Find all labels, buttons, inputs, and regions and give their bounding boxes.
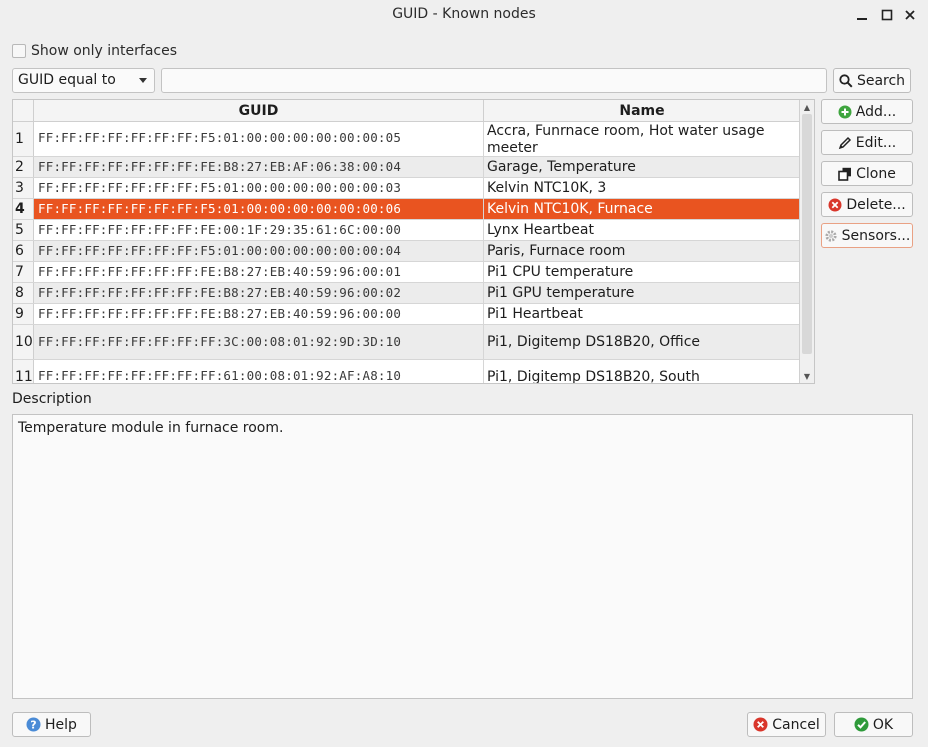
row-number: 4 [13, 199, 34, 219]
table-row[interactable]: 1 FF:FF:FF:FF:FF:FF:FF:F5:01:00:00:00:00… [13, 122, 800, 157]
row-number: 2 [13, 157, 34, 177]
header-corner [13, 100, 34, 122]
row-name: Pi1 GPU temperature [484, 283, 800, 303]
row-guid: FF:FF:FF:FF:FF:FF:FF:FE:B8:27:EB:40:59:9… [34, 304, 484, 324]
row-guid: FF:FF:FF:FF:FF:FF:FF:FE:00:1F:29:35:61:6… [34, 220, 484, 240]
description-label: Description [12, 391, 92, 407]
delete-button[interactable]: Delete... [821, 192, 913, 217]
row-guid: FF:FF:FF:FF:FF:FF:FF:F5:01:00:00:00:00:0… [34, 199, 484, 219]
help-icon: ? [26, 717, 41, 732]
sensors-button[interactable]: Sensors... [821, 223, 913, 248]
edit-button[interactable]: Edit... [821, 130, 913, 155]
table-scrollbar[interactable]: ▲ ▼ [799, 100, 814, 383]
nodes-table: GUID Name 1 FF:FF:FF:FF:FF:FF:FF:F5:01:0… [12, 99, 815, 384]
ok-button-label: OK [872, 716, 894, 733]
sensors-button-label: Sensors... [841, 227, 911, 244]
row-name: Garage, Temperature [484, 157, 800, 177]
table-row[interactable]: 8 FF:FF:FF:FF:FF:FF:FF:FE:B8:27:EB:40:59… [13, 283, 800, 304]
row-name: Pi1, Digitemp DS18B20, Office [484, 325, 800, 359]
cancel-button[interactable]: Cancel [747, 712, 826, 737]
svg-text:?: ? [30, 719, 36, 732]
show-only-interfaces-checkbox[interactable] [12, 44, 26, 58]
show-only-interfaces-row[interactable]: Show only interfaces [12, 42, 177, 60]
search-icon [839, 73, 853, 88]
row-name: Pi1 Heartbeat [487, 306, 583, 322]
search-input[interactable] [161, 68, 827, 93]
search-button[interactable]: Search [833, 68, 911, 93]
row-number: 10 [13, 325, 34, 359]
clone-icon [838, 167, 852, 181]
gear-icon [825, 229, 837, 242]
maximize-icon[interactable] [878, 6, 896, 24]
table-row[interactable]: 10 FF:FF:FF:FF:FF:FF:FF:FF:3C:00:08:01:9… [13, 325, 800, 360]
row-number: 5 [13, 220, 34, 240]
close-icon[interactable] [901, 6, 919, 24]
clone-button[interactable]: Clone [821, 161, 913, 186]
table-row[interactable]: 7 FF:FF:FF:FF:FF:FF:FF:FE:B8:27:EB:40:59… [13, 262, 800, 283]
table-row-selected[interactable]: 4 FF:FF:FF:FF:FF:FF:FF:F5:01:00:00:00:00… [13, 199, 800, 220]
column-header-guid[interactable]: GUID [34, 100, 484, 122]
row-number: 9 [13, 304, 34, 324]
window-title: GUID - Known nodes [392, 6, 536, 22]
chevron-down-icon [139, 78, 147, 83]
ok-button[interactable]: OK [834, 712, 913, 737]
row-name: Accra, Funrnace room, Hot water usage me… [487, 123, 765, 156]
table-row[interactable]: 2 FF:FF:FF:FF:FF:FF:FF:FE:B8:27:EB:AF:06… [13, 157, 800, 178]
row-guid: FF:FF:FF:FF:FF:FF:FF:FE:B8:27:EB:40:59:9… [34, 283, 484, 303]
row-name: Lynx Heartbeat [487, 222, 594, 238]
delete-circle-icon [828, 198, 842, 211]
scroll-down-icon[interactable]: ▼ [800, 369, 814, 383]
description-textarea[interactable]: Temperature module in furnace room. [12, 414, 913, 699]
table-header: GUID Name [13, 100, 800, 122]
minimize-icon[interactable] [853, 6, 871, 24]
help-button-label: Help [45, 716, 77, 733]
row-guid: FF:FF:FF:FF:FF:FF:FF:FF:61:00:08:01:92:A… [34, 360, 484, 383]
row-guid: FF:FF:FF:FF:FF:FF:FF:FF:3C:00:08:01:92:9… [34, 325, 484, 359]
scrollbar-thumb[interactable] [802, 114, 812, 354]
row-number: 7 [13, 262, 34, 282]
add-button-label: Add... [855, 103, 897, 120]
delete-button-label: Delete... [846, 196, 906, 213]
row-name: Kelvin NTC10K, 3 [487, 180, 607, 196]
help-button[interactable]: ? Help [12, 712, 91, 737]
filter-type-value: GUID equal to [18, 72, 116, 88]
pencil-icon [838, 136, 851, 149]
row-name: Kelvin NTC10K, Furnace [484, 199, 800, 219]
edit-button-label: Edit... [855, 134, 897, 151]
table-row[interactable]: 6 FF:FF:FF:FF:FF:FF:FF:F5:01:00:00:00:00… [13, 241, 800, 262]
column-header-name[interactable]: Name [484, 100, 800, 122]
plus-circle-icon [838, 105, 852, 118]
row-number: 11 [13, 360, 34, 383]
scroll-up-icon[interactable]: ▲ [800, 100, 814, 114]
table-row[interactable]: 9 FF:FF:FF:FF:FF:FF:FF:FE:B8:27:EB:40:59… [13, 304, 800, 325]
filter-type-select[interactable]: GUID equal to [12, 68, 155, 93]
check-circle-icon [854, 717, 869, 732]
table-row[interactable]: 3 FF:FF:FF:FF:FF:FF:FF:F5:01:00:00:00:00… [13, 178, 800, 199]
row-number: 3 [13, 178, 34, 198]
row-guid: FF:FF:FF:FF:FF:FF:FF:F5:01:00:00:00:00:0… [34, 178, 484, 198]
cancel-button-label: Cancel [772, 716, 820, 733]
row-number: 6 [13, 241, 34, 261]
title-bar: GUID - Known nodes [0, 0, 928, 30]
row-name: Paris, Furnace room [484, 241, 800, 261]
search-button-label: Search [856, 72, 906, 89]
table-row[interactable]: 11 FF:FF:FF:FF:FF:FF:FF:FF:61:00:08:01:9… [13, 360, 800, 384]
row-number: 8 [13, 283, 34, 303]
row-name: Pi1, Digitemp DS18B20, South [487, 369, 700, 384]
table-row[interactable]: 5 FF:FF:FF:FF:FF:FF:FF:FE:00:1F:29:35:61… [13, 220, 800, 241]
clone-button-label: Clone [856, 165, 896, 182]
cancel-circle-icon [753, 717, 768, 732]
row-name: Pi1 CPU temperature [487, 264, 634, 280]
show-only-interfaces-label: Show only interfaces [31, 43, 178, 59]
row-guid: FF:FF:FF:FF:FF:FF:FF:FE:B8:27:EB:AF:06:3… [34, 157, 484, 177]
row-guid: FF:FF:FF:FF:FF:FF:FF:F5:01:00:00:00:00:0… [34, 122, 484, 156]
row-number: 1 [13, 122, 34, 156]
row-guid: FF:FF:FF:FF:FF:FF:FF:FE:B8:27:EB:40:59:9… [34, 262, 484, 282]
row-guid: FF:FF:FF:FF:FF:FF:FF:F5:01:00:00:00:00:0… [34, 241, 484, 261]
add-button[interactable]: Add... [821, 99, 913, 124]
